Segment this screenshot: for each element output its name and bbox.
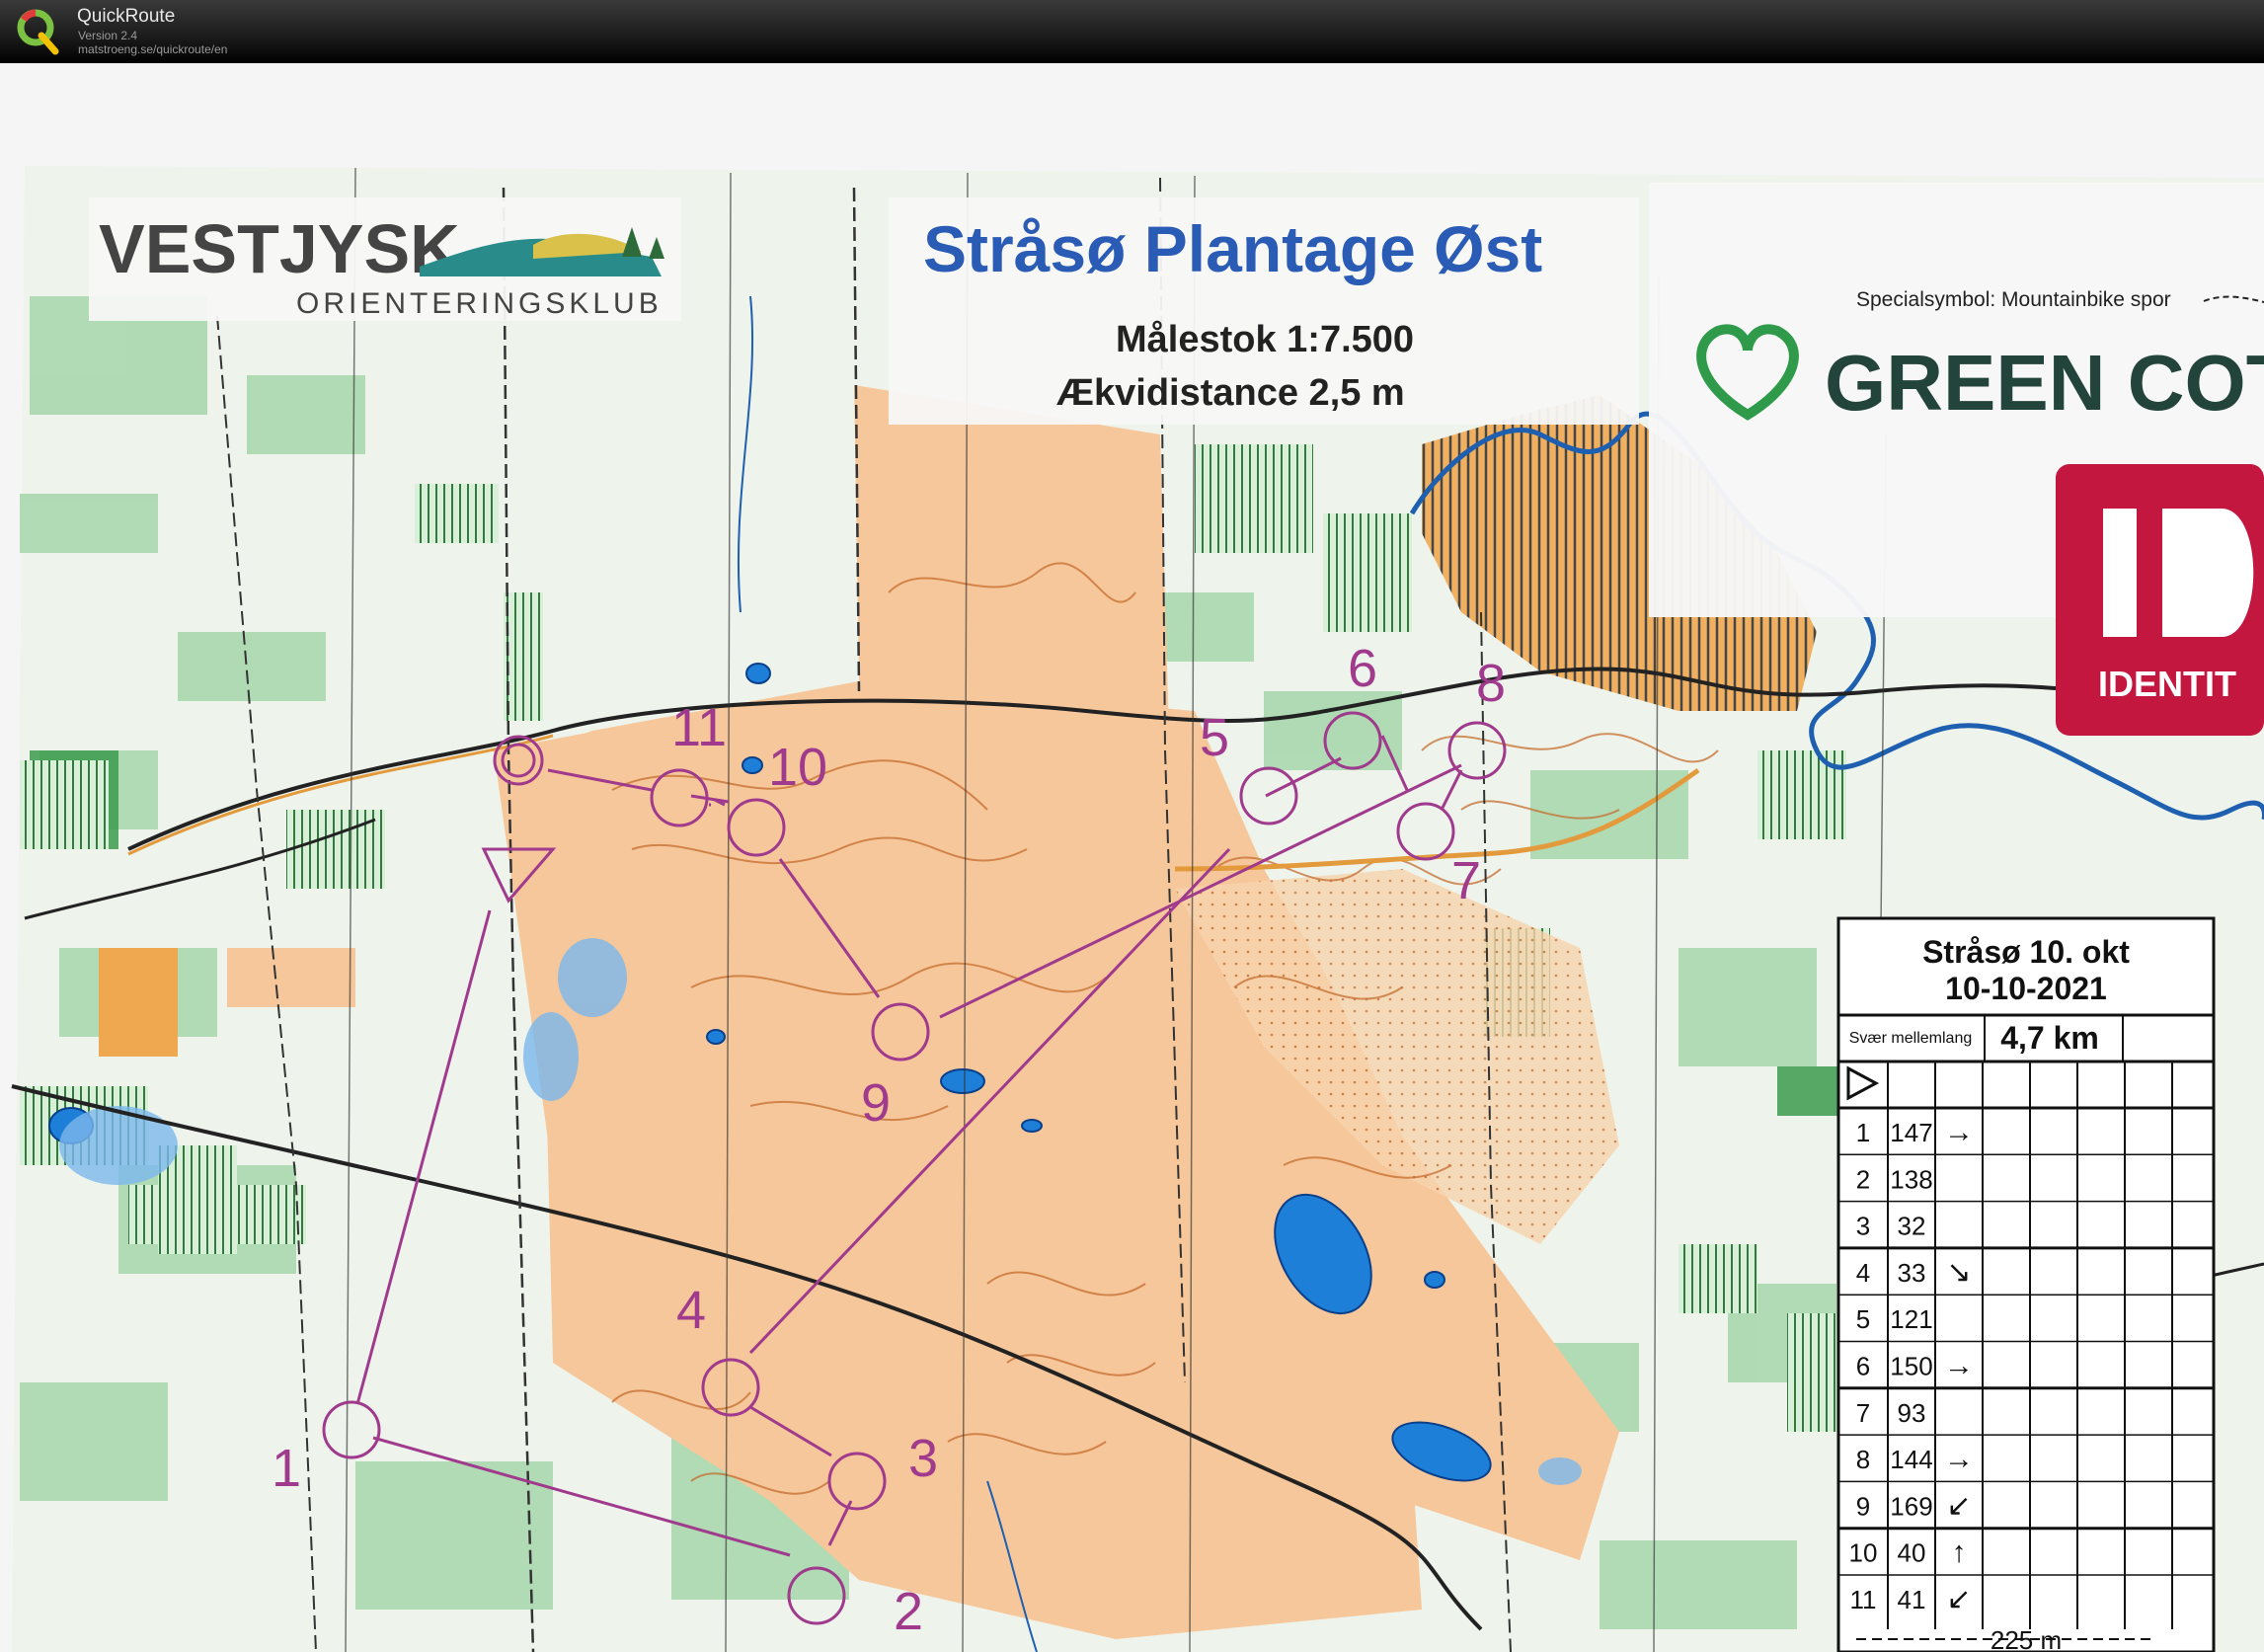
club-subtitle: ORIENTERINGSKLUB [296, 287, 663, 320]
control-number-10: 10 [768, 738, 827, 797]
desc-row-direction: ↙ [1946, 1583, 1971, 1615]
desc-row-code: 147 [1890, 1118, 1932, 1147]
desc-row-number: 7 [1856, 1398, 1870, 1428]
desc-row-number: 10 [1849, 1538, 1878, 1568]
desc-row-code: 138 [1890, 1164, 1932, 1194]
desc-event: Stråsø 10. okt [1922, 934, 2130, 970]
desc-finish-distance: 225 m [1991, 1625, 2062, 1652]
control-number-3: 3 [908, 1429, 938, 1488]
desc-row-number: 9 [1856, 1491, 1870, 1521]
control-descriptions: Stråsø 10. okt 10-10-2021 Svær mellemlan… [1836, 916, 2216, 1652]
orienteering-map[interactable]: VESTJYSK ORIENTERINGSKLUB Stråsø Plantag… [0, 63, 2264, 1652]
desc-distance: 4,7 km [2000, 1020, 2099, 1056]
control-number-1: 1 [272, 1439, 301, 1498]
desc-row-number: 5 [1856, 1304, 1870, 1334]
desc-row-direction: → [1944, 1443, 1974, 1475]
desc-row-number: 8 [1856, 1445, 1870, 1474]
desc-date: 10-10-2021 [1945, 971, 2107, 1006]
desc-row-code: 41 [1898, 1585, 1926, 1614]
club-name: VESTJYSK [99, 210, 460, 287]
control-number-9: 9 [861, 1073, 891, 1133]
desc-row-code: 93 [1898, 1398, 1926, 1428]
desc-row-number: 6 [1856, 1352, 1870, 1381]
desc-row-code: 150 [1890, 1352, 1932, 1381]
desc-row-code: 144 [1890, 1445, 1932, 1474]
desc-row-number: 1 [1856, 1118, 1870, 1147]
control-number-8: 8 [1476, 654, 1506, 713]
desc-row-direction: → [1944, 1350, 1974, 1382]
desc-row-code: 32 [1898, 1212, 1926, 1241]
desc-row-code: 121 [1890, 1304, 1932, 1334]
quickroute-logo-icon [17, 9, 59, 55]
identity-logo-letter-i [2103, 509, 2137, 637]
app-name: QuickRoute [77, 6, 176, 27]
control-number-4: 4 [676, 1281, 706, 1340]
contour-interval: Ækvidistance 2,5 m [1056, 372, 1405, 414]
desc-row-code: 169 [1890, 1491, 1932, 1521]
desc-row-number: 2 [1856, 1164, 1870, 1194]
desc-row-direction: ↑ [1952, 1536, 1967, 1569]
app-url: matstroeng.se/quickroute/en [78, 42, 228, 56]
control-number-11: 11 [671, 698, 727, 757]
map-title: Stråsø Plantage Øst [923, 212, 1542, 285]
sponsor-green-cotton: GREEN COTTO [1825, 339, 2264, 427]
control-number-6: 6 [1348, 639, 1377, 698]
control-number-7: 7 [1451, 851, 1481, 910]
desc-row-code: 40 [1898, 1538, 1926, 1568]
desc-row-number: 4 [1856, 1258, 1870, 1288]
control-number-2: 2 [894, 1582, 923, 1641]
desc-row-number: 3 [1856, 1212, 1870, 1241]
identity-logo-letter-d [2162, 509, 2254, 637]
desc-row-code: 33 [1898, 1258, 1926, 1288]
control-number-5: 5 [1200, 708, 1229, 767]
desc-class: Svær mellemlang [1849, 1030, 1972, 1047]
special-symbol-note: Specialsymbol: Mountainbike spor [1856, 288, 2171, 311]
desc-row-direction: ↙ [1946, 1489, 1971, 1522]
sponsor-identity: IDENTIT [2098, 664, 2236, 704]
title-bar: QuickRoute Version 2.4 matstroeng.se/qui… [0, 0, 2264, 63]
desc-row-number: 11 [1850, 1585, 1877, 1614]
map-scale: Målestok 1:7.500 [1116, 319, 1414, 360]
desc-row-direction: ↘ [1946, 1256, 1971, 1289]
app-version: Version 2.4 [78, 29, 138, 42]
desc-row-direction: → [1944, 1116, 1974, 1148]
